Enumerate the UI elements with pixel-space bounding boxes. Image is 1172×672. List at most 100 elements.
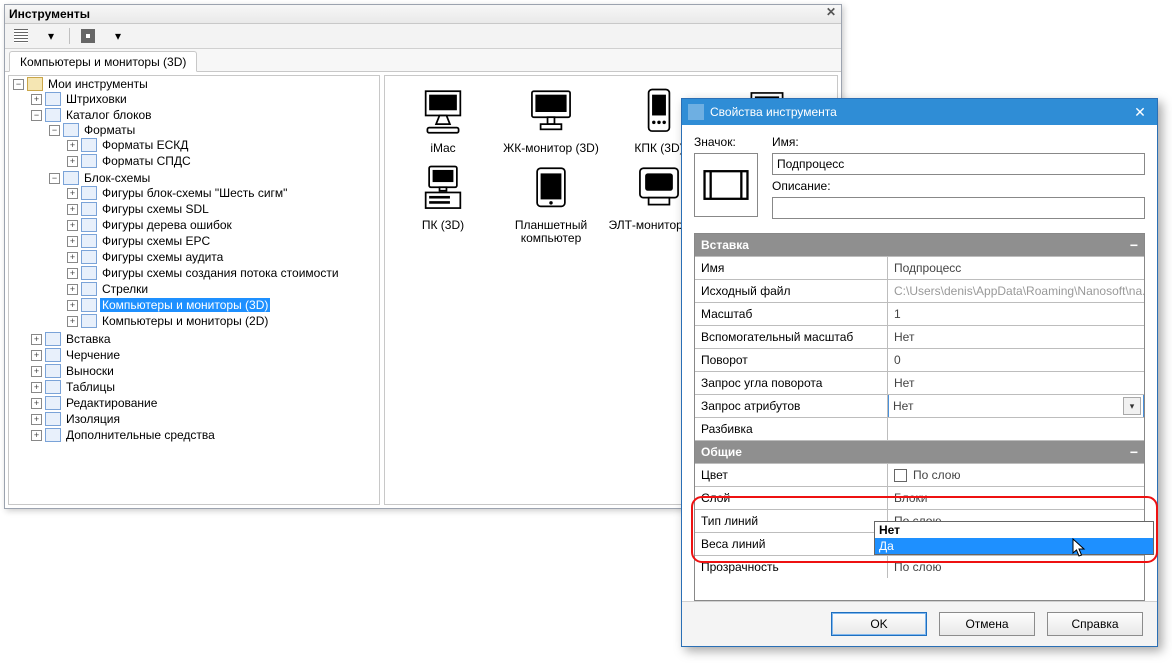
- tree-item[interactable]: Форматы ЕСКД: [100, 138, 190, 152]
- tree-item[interactable]: Дополнительные средства: [64, 428, 217, 442]
- tree-item[interactable]: Блок-схемы: [82, 171, 152, 185]
- tool-icon-preview[interactable]: [694, 153, 758, 217]
- palette-icon: [63, 123, 79, 137]
- tree-toggle-icon[interactable]: +: [67, 236, 78, 247]
- tree-toggle-icon[interactable]: −: [31, 110, 42, 121]
- tree-toggle-icon[interactable]: +: [31, 366, 42, 377]
- tree-toggle-icon[interactable]: +: [67, 284, 78, 295]
- pg-value-attr-prompt[interactable]: Нет ▾: [888, 395, 1144, 417]
- thumb-lcd[interactable]: ЖК-монитор (3D): [497, 84, 605, 155]
- palette-toolbar: ▾ ▾: [5, 24, 841, 49]
- pg-value[interactable]: Блоки: [888, 487, 1144, 509]
- toolbar-dropdown2-icon[interactable]: ▾: [106, 25, 130, 47]
- thumb-imac[interactable]: iMac: [389, 84, 497, 155]
- tree-toggle-icon[interactable]: +: [67, 300, 78, 311]
- tree-item-selected[interactable]: Компьютеры и мониторы (3D): [100, 298, 270, 312]
- tree-item[interactable]: Компьютеры и мониторы (2D): [100, 314, 270, 328]
- tree-item[interactable]: Штриховки: [64, 92, 129, 106]
- tree-toggle-icon[interactable]: +: [31, 382, 42, 393]
- pg-value[interactable]: Подпроцесс: [888, 257, 1144, 279]
- collapse-icon[interactable]: −: [1130, 238, 1138, 252]
- thumb-tablet[interactable]: Планшетный компьютер: [497, 161, 605, 245]
- tree-toggle-icon[interactable]: +: [31, 334, 42, 345]
- chevron-down-icon[interactable]: ▾: [1123, 397, 1141, 415]
- pg-value[interactable]: Нет: [888, 372, 1144, 394]
- tree-item[interactable]: Форматы: [82, 123, 137, 137]
- tree-toggle-icon[interactable]: +: [67, 140, 78, 151]
- attr-prompt-combo[interactable]: Нет ▾: [888, 395, 1144, 417]
- toolbar-list-icon[interactable]: [9, 25, 33, 47]
- dropdown-option-no[interactable]: Нет: [875, 522, 1153, 538]
- tree-item[interactable]: Выноски: [64, 364, 116, 378]
- tree-item[interactable]: Фигуры блок-схемы "Шесть сигм": [100, 186, 289, 200]
- pg-value[interactable]: [888, 418, 1144, 440]
- tree-item[interactable]: Форматы СПДС: [100, 154, 193, 168]
- attr-prompt-dropdown[interactable]: Нет Да: [874, 521, 1154, 555]
- monitor-icon: [525, 86, 577, 138]
- dropdown-option-yes[interactable]: Да: [875, 538, 1153, 554]
- tree-toggle-icon[interactable]: +: [67, 268, 78, 279]
- pg-category-general[interactable]: Общие−: [695, 441, 1144, 464]
- toolbar-dropdown-icon[interactable]: ▾: [39, 25, 63, 47]
- pg-label: Вспомогательный масштаб: [695, 326, 888, 348]
- pg-value[interactable]: По слою: [888, 464, 1144, 486]
- description-input[interactable]: [772, 197, 1145, 219]
- palette-icon: [45, 380, 61, 394]
- tree-toggle-icon[interactable]: +: [67, 316, 78, 327]
- cancel-button[interactable]: Отмена: [939, 612, 1035, 636]
- pg-value[interactable]: По слою: [888, 556, 1144, 578]
- palette-icon: [81, 314, 97, 328]
- palette-tab[interactable]: Компьютеры и мониторы (3D): [9, 51, 197, 72]
- tree-toggle-icon[interactable]: +: [31, 414, 42, 425]
- pg-label: Цвет: [695, 464, 888, 486]
- tree-item[interactable]: Фигуры схемы аудита: [100, 250, 225, 264]
- tree-item[interactable]: Стрелки: [100, 282, 150, 296]
- tree-item[interactable]: Фигуры схемы EPC: [100, 234, 212, 248]
- tree-toggle-icon[interactable]: +: [67, 204, 78, 215]
- description-label: Описание:: [772, 179, 1145, 193]
- tree-toggle-icon[interactable]: +: [67, 252, 78, 263]
- pg-value[interactable]: 1: [888, 303, 1144, 325]
- tree-toggle-icon[interactable]: −: [49, 125, 60, 136]
- tool-tree[interactable]: −Мои инструменты +Штриховки −Каталог бло…: [8, 75, 380, 505]
- pg-value[interactable]: Нет: [888, 326, 1144, 348]
- tree-toggle-icon[interactable]: −: [49, 173, 60, 184]
- tree-item[interactable]: Черчение: [64, 348, 122, 362]
- close-icon[interactable]: ✕: [1129, 104, 1151, 121]
- pda-icon: [633, 86, 685, 138]
- pc-icon: [417, 163, 469, 215]
- dialog-titlebar[interactable]: Свойства инструмента ✕: [682, 99, 1157, 125]
- tree-item[interactable]: Фигуры схемы создания потока стоимости: [100, 266, 341, 280]
- name-input[interactable]: [772, 153, 1145, 175]
- tree-toggle-icon[interactable]: +: [67, 220, 78, 231]
- tree-toggle-icon[interactable]: +: [31, 398, 42, 409]
- thumb-pc[interactable]: ПК (3D): [389, 161, 497, 245]
- pg-label: Имя: [695, 257, 888, 279]
- pg-value[interactable]: 0: [888, 349, 1144, 371]
- tree-item[interactable]: Таблицы: [64, 380, 117, 394]
- tree-toggle-icon[interactable]: +: [67, 188, 78, 199]
- tree-toggle-icon[interactable]: +: [31, 350, 42, 361]
- toolbar-grid-icon[interactable]: [76, 25, 100, 47]
- tree-toggle-icon[interactable]: +: [31, 94, 42, 105]
- pg-label: Поворот: [695, 349, 888, 371]
- name-label: Имя:: [772, 135, 1145, 149]
- tree-root[interactable]: Мои инструменты: [46, 77, 150, 91]
- tree-item[interactable]: Каталог блоков: [64, 108, 154, 122]
- help-button[interactable]: Справка: [1047, 612, 1143, 636]
- tree-toggle-icon[interactable]: −: [13, 79, 24, 90]
- close-icon[interactable]: ✕: [824, 6, 838, 20]
- collapse-icon[interactable]: −: [1130, 445, 1138, 459]
- tree-item[interactable]: Изоляция: [64, 412, 122, 426]
- pg-category-insert[interactable]: Вставка−: [695, 234, 1144, 257]
- tree-toggle-icon[interactable]: +: [67, 156, 78, 167]
- tree-item[interactable]: Фигуры схемы SDL: [100, 202, 211, 216]
- ok-button[interactable]: OK: [831, 612, 927, 636]
- tree-item[interactable]: Редактирование: [64, 396, 159, 410]
- palette-titlebar[interactable]: Инструменты ✕: [5, 5, 841, 24]
- tree-item[interactable]: Фигуры дерева ошибок: [100, 218, 234, 232]
- tree-toggle-icon[interactable]: +: [31, 430, 42, 441]
- palette-icon: [63, 171, 79, 185]
- tree-item[interactable]: Вставка: [64, 332, 113, 346]
- pg-value[interactable]: C:\Users\denis\AppData\Roaming\Nanosoft\…: [888, 280, 1144, 302]
